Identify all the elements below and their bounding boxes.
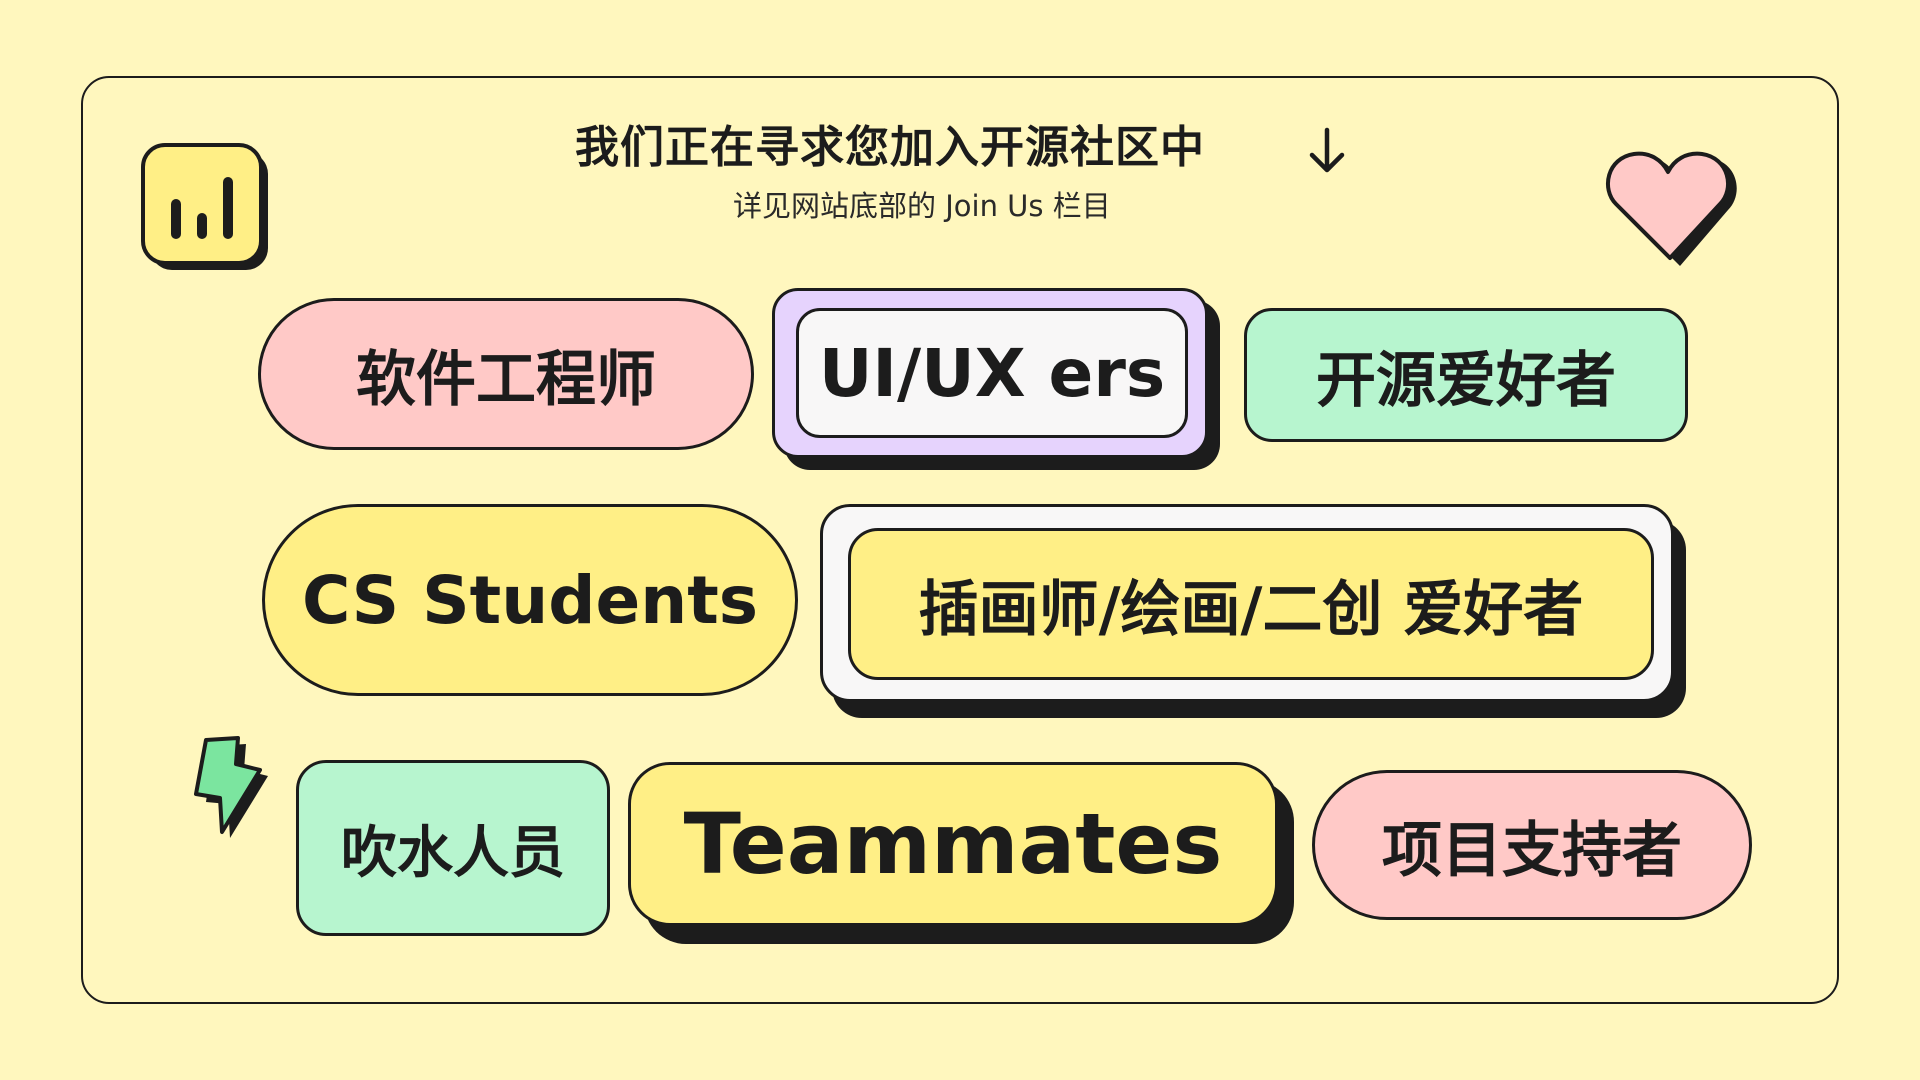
role-label: 开源爱好者	[1316, 345, 1616, 416]
heart-icon	[1606, 151, 1737, 266]
page-title: 我们正在寻求您加入开源社区中	[575, 122, 1205, 173]
role-software-engineer: 软件工程师	[258, 298, 754, 450]
chart-icon	[141, 143, 268, 270]
role-uiux: UI/UX ers	[796, 308, 1188, 438]
role-chatter: 吹水人员	[296, 760, 610, 936]
role-oss-fan: 开源爱好者	[1244, 308, 1688, 442]
role-illustrator: 插画师/绘画/二创 爱好者	[848, 528, 1654, 680]
role-label: 软件工程师	[356, 344, 656, 415]
arrow-down-icon	[1309, 127, 1345, 173]
role-supporter: 项目支持者	[1312, 770, 1752, 920]
role-teammates: Teammates	[628, 762, 1278, 926]
role-cs-students: CS Students	[262, 504, 798, 696]
role-label: 吹水人员	[341, 820, 565, 886]
role-label: 插画师/绘画/二创 爱好者	[918, 574, 1584, 645]
page-subtitle: 详见网站底部的 Join Us 栏目	[733, 189, 1111, 223]
role-label: 项目支持者	[1382, 815, 1682, 886]
role-label: CS Students	[301, 561, 759, 639]
role-label: UI/UX ers	[818, 334, 1166, 412]
role-label: Teammates	[683, 795, 1223, 893]
lightning-icon	[194, 736, 268, 838]
